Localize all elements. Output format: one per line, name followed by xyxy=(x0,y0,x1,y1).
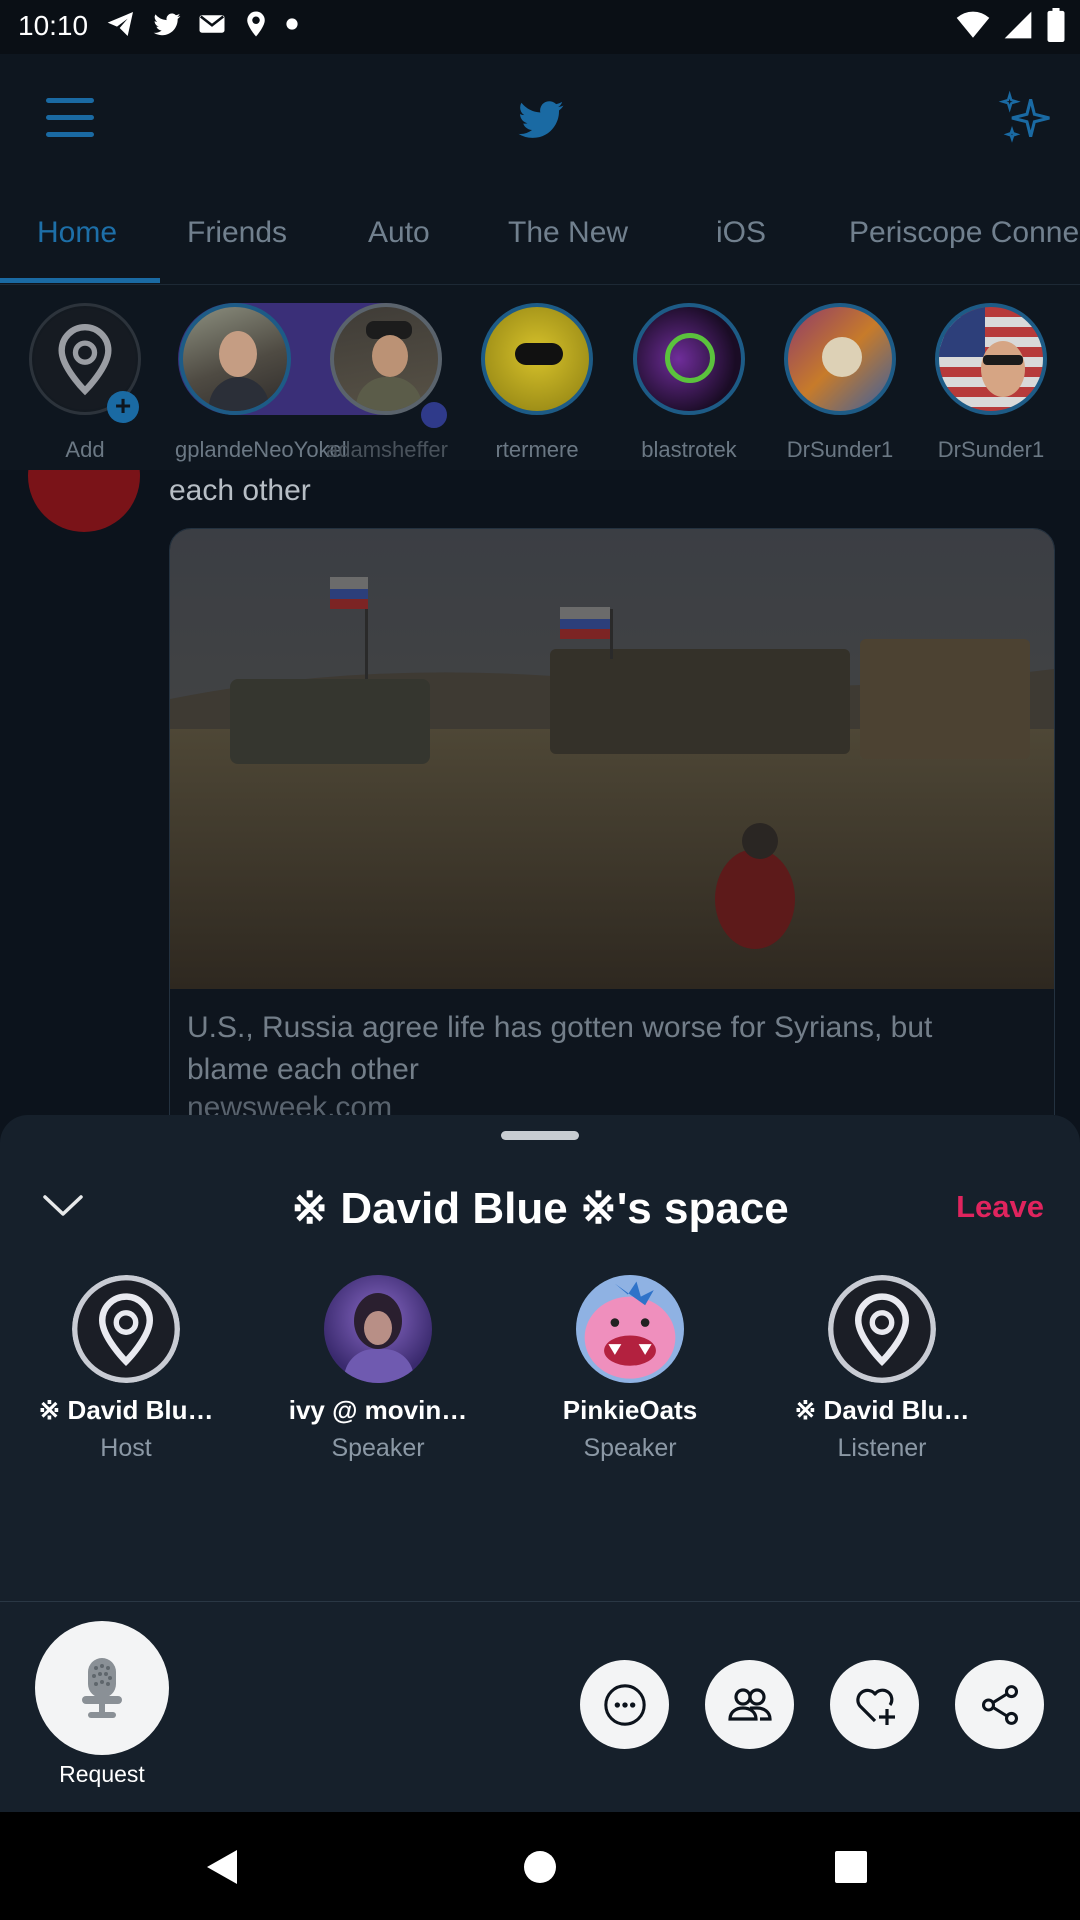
location-icon xyxy=(247,11,265,37)
fleets-row: + Add gplandeNeoYokel adamsheffer rterme… xyxy=(0,285,1080,471)
share-icon xyxy=(981,1684,1018,1725)
tab-bar: Home Friends Auto The New iOS Periscope … xyxy=(0,182,1080,285)
add-plus-badge: + xyxy=(107,391,139,423)
status-time: 10:10 xyxy=(18,10,89,41)
signal-icon xyxy=(1004,11,1032,39)
participant-speaker[interactable]: PinkieOats Speaker xyxy=(504,1275,756,1463)
fleet-item[interactable]: adamsheffer xyxy=(326,303,450,463)
participant-avatar xyxy=(324,1275,432,1383)
fleet-avatar xyxy=(633,303,745,415)
periscope-logo-icon xyxy=(828,1275,936,1383)
fleet-item[interactable]: DrSunder1 xyxy=(931,303,1051,463)
fleet-avatar xyxy=(330,303,442,415)
space-sheet: ※ David Blue ※'s space Leave ※ David Blu… xyxy=(0,1115,1080,1812)
battery-icon xyxy=(1047,8,1065,42)
fleet-add-label: Add xyxy=(65,437,105,462)
fleet-item[interactable]: rtermere xyxy=(477,303,597,463)
participant-avatar xyxy=(828,1275,936,1383)
fleet-add[interactable]: + Add xyxy=(25,303,145,463)
tab-auto[interactable]: Auto xyxy=(368,216,430,250)
dot-icon xyxy=(286,18,298,30)
heart-plus-icon xyxy=(855,1688,895,1725)
home-feed: each other U.S., Russia agree life has g… xyxy=(0,470,1080,1115)
tab-periscope-connect[interactable]: Periscope Conne xyxy=(849,216,1079,250)
fleet-item[interactable]: DrSunder1 xyxy=(780,303,900,463)
leave-button[interactable]: Leave xyxy=(956,1189,1044,1225)
participant-avatar xyxy=(72,1275,180,1383)
verified-badge-icon xyxy=(418,399,450,431)
fleet-item[interactable]: gplandeNeoYokel xyxy=(175,303,347,463)
microphone-icon xyxy=(82,1658,122,1718)
participant-role: Listener xyxy=(837,1434,927,1462)
home-icon[interactable] xyxy=(523,1850,557,1884)
twitter-bird-icon[interactable] xyxy=(514,92,568,146)
participant-role: Host xyxy=(100,1434,152,1462)
share-button[interactable] xyxy=(955,1660,1044,1749)
participant-name: ※ David Blu… xyxy=(38,1395,214,1425)
request-mic-button[interactable] xyxy=(35,1621,169,1755)
link-card-domain: newsweek.com xyxy=(187,1091,393,1115)
fleet-avatar xyxy=(935,303,1047,415)
link-card[interactable]: U.S., Russia agree life has gotten worse… xyxy=(169,528,1055,1115)
participant-role: Speaker xyxy=(331,1434,425,1462)
fleet-avatar xyxy=(784,303,896,415)
mail-icon xyxy=(199,15,225,33)
participant-name: ※ David Blu… xyxy=(794,1395,970,1425)
react-button[interactable] xyxy=(830,1660,919,1749)
link-card-image xyxy=(170,529,1054,989)
status-bar: 10:10 xyxy=(0,0,1080,54)
sheet-divider xyxy=(0,1601,1080,1602)
back-icon[interactable] xyxy=(205,1848,239,1886)
fleet-label: gplandeNeoYokel xyxy=(175,437,347,462)
fleet-avatar xyxy=(179,303,291,415)
more-icon xyxy=(603,1683,646,1726)
recents-icon[interactable] xyxy=(834,1850,868,1884)
hamburger-menu-icon[interactable] xyxy=(46,96,96,140)
participant-host[interactable]: ※ David Blu… Host xyxy=(0,1275,252,1463)
tab-friends[interactable]: Friends xyxy=(187,216,287,250)
tab-the-new[interactable]: The New xyxy=(508,216,628,250)
sheet-drag-handle[interactable] xyxy=(501,1131,579,1140)
fleet-label: blastrotek xyxy=(641,437,737,462)
twitter-icon xyxy=(153,13,181,36)
fleet-label: DrSunder1 xyxy=(786,437,894,462)
fleet-label: adamsheffer xyxy=(326,437,448,462)
tweet-author-avatar[interactable] xyxy=(28,470,140,532)
participant-speaker[interactable]: ivy @ movin… Speaker xyxy=(252,1275,504,1463)
wifi-icon xyxy=(956,11,990,38)
tab-ios[interactable]: iOS xyxy=(716,216,766,250)
app-bar xyxy=(0,54,1080,182)
participant-listener[interactable]: ※ David Blu… Listener xyxy=(756,1275,1008,1463)
participant-avatar xyxy=(576,1275,684,1383)
tweet-text: each other xyxy=(169,474,311,507)
fleet-item[interactable]: blastrotek xyxy=(629,303,749,463)
fleet-label: rtermere xyxy=(495,437,579,462)
fleet-label: DrSunder1 xyxy=(937,437,1045,462)
people-button[interactable] xyxy=(705,1660,794,1749)
space-title: ※ David Blue ※'s space xyxy=(291,1184,789,1233)
more-button[interactable] xyxy=(580,1660,669,1749)
participant-role: Speaker xyxy=(583,1434,677,1462)
fleet-avatar xyxy=(481,303,593,415)
request-label: Request xyxy=(59,1761,145,1787)
periscope-logo-icon xyxy=(72,1275,180,1383)
people-icon xyxy=(727,1687,772,1721)
link-card-caption: U.S., Russia agree life has gotten worse… xyxy=(187,1011,933,1086)
telegram-icon xyxy=(107,12,133,36)
tab-active-indicator xyxy=(0,278,160,283)
tab-home[interactable]: Home xyxy=(37,216,117,250)
sparkle-icon[interactable] xyxy=(998,90,1054,146)
participant-name: ivy @ movin… xyxy=(288,1395,468,1425)
participant-name: PinkieOats xyxy=(562,1395,698,1425)
system-nav-bar xyxy=(0,1812,1080,1920)
